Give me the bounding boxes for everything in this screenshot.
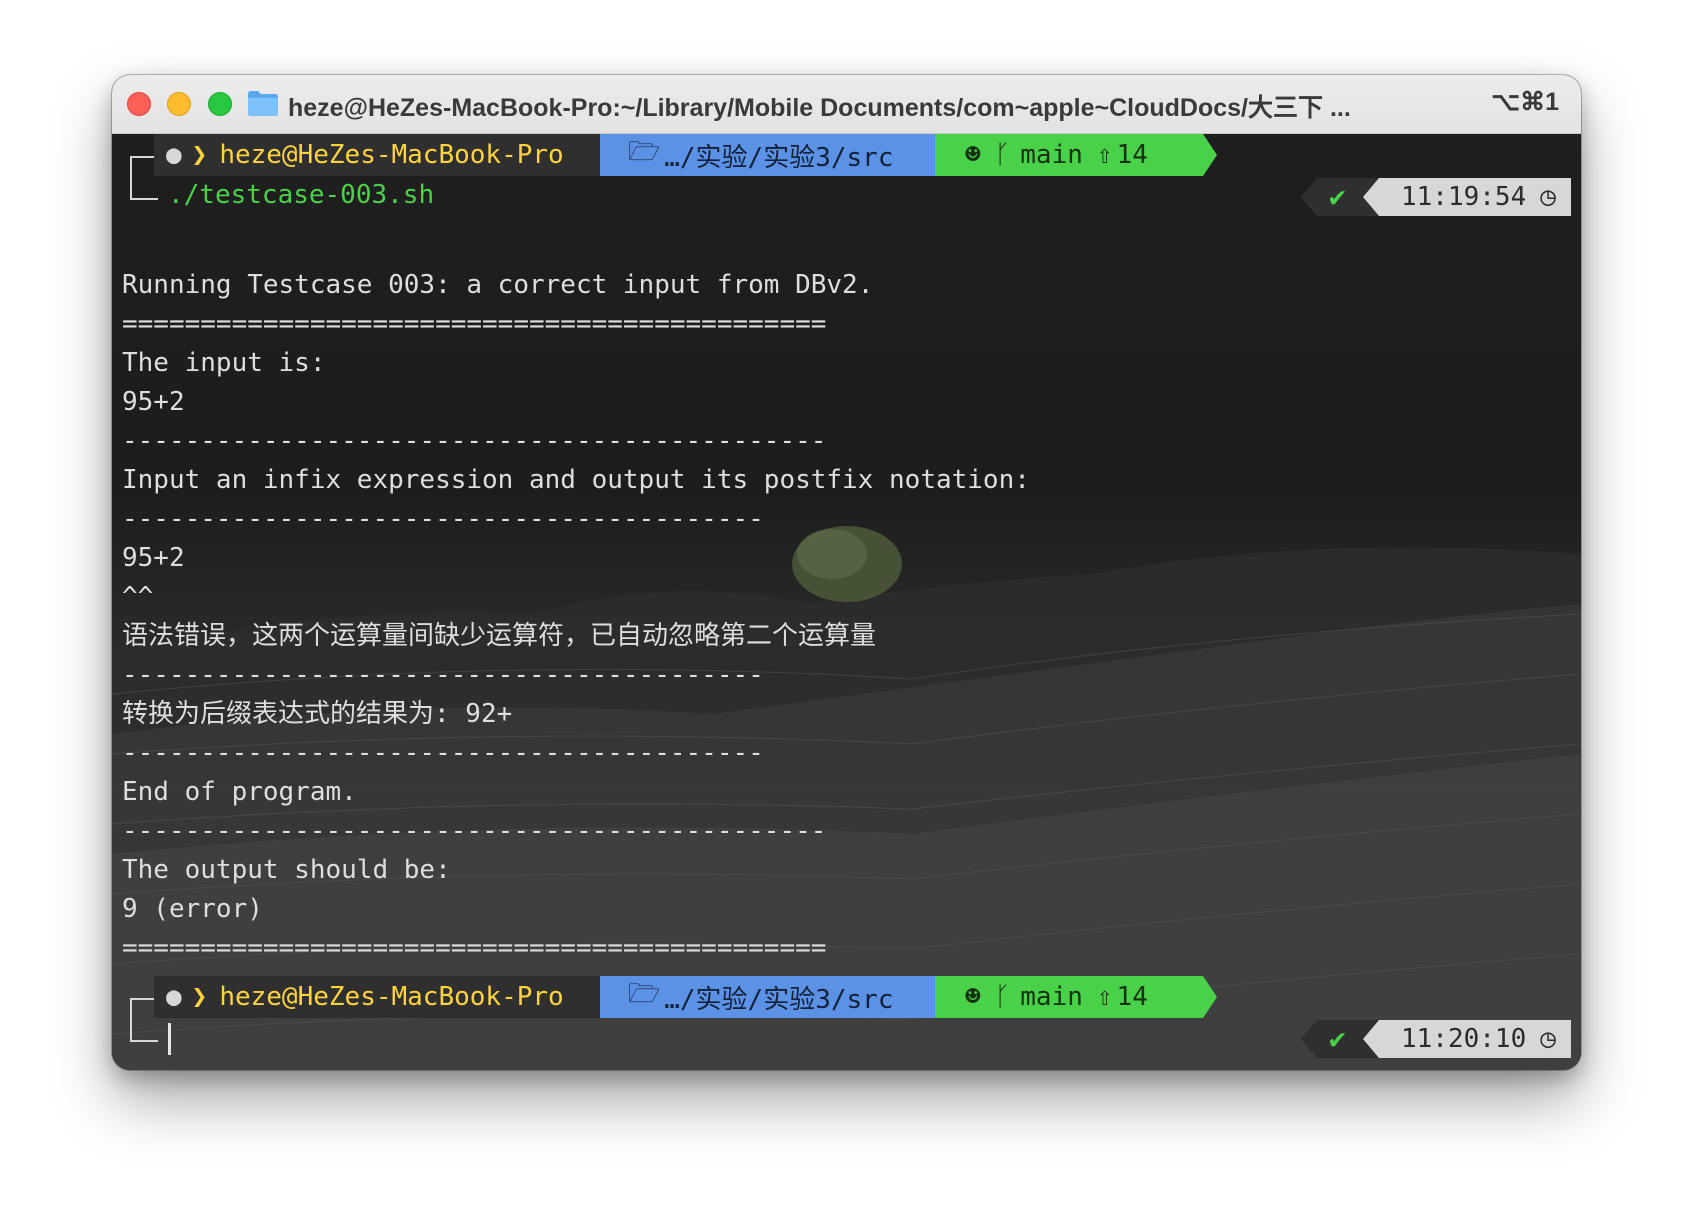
open-folder-icon: 🗁 bbox=[628, 979, 661, 1009]
output-line: ========================================… bbox=[122, 309, 827, 339]
output-line: 语法错误，这两个运算量间缺少运算符，已自动忽略第二个运算量 bbox=[122, 621, 877, 651]
prompt-bar: ● ❯ heze@HeZes-MacBook-Pro 🗁 …/实验/实验3/sr… bbox=[112, 134, 1581, 176]
prompt-time: 11:20:10 bbox=[1401, 1024, 1527, 1054]
zoom-button[interactable] bbox=[208, 92, 232, 116]
chevron-right-icon: ❯ bbox=[191, 140, 208, 170]
status-right: ✔ 11:20:10 ◷ bbox=[1301, 1020, 1571, 1058]
prompt-corner-lower bbox=[130, 178, 158, 200]
output-line: ----------------------------------------… bbox=[122, 738, 764, 768]
open-folder-icon: 🗁 bbox=[628, 137, 661, 167]
git-ahead-count: 14 bbox=[1116, 140, 1148, 170]
apple-icon: ● bbox=[166, 140, 182, 170]
check-icon: ✔ bbox=[1329, 180, 1346, 213]
output-line: Input an infix expression and output its… bbox=[122, 465, 1030, 495]
prompt-path-segment: 🗁 …/实验/实验3/src bbox=[600, 976, 935, 1018]
output-line: ----------------------------------------… bbox=[122, 426, 827, 456]
output-line: The input is: bbox=[122, 348, 326, 378]
time-segment: 11:19:54 ◷ bbox=[1379, 178, 1571, 216]
clock-icon: ◷ bbox=[1540, 182, 1556, 212]
output-line: ----------------------------------------… bbox=[122, 660, 764, 690]
prompt-corner-lower bbox=[130, 1020, 158, 1042]
folder-icon bbox=[248, 91, 278, 116]
check-icon: ✔ bbox=[1329, 1022, 1346, 1055]
command-text: ./testcase-003.sh bbox=[168, 180, 435, 210]
status-right: ✔ 11:19:54 ◷ bbox=[1301, 178, 1571, 216]
github-cat-icon: ☻ bbox=[965, 140, 981, 170]
output-line: Running Testcase 003: a correct input fr… bbox=[122, 270, 874, 300]
github-cat-icon: ☻ bbox=[965, 982, 981, 1012]
prompt-user-segment: ● ❯ heze@HeZes-MacBook-Pro bbox=[154, 976, 600, 1018]
minimize-button[interactable] bbox=[167, 92, 191, 116]
prompt-path-segment: 🗁 …/实验/实验3/src bbox=[600, 134, 935, 176]
output-line: 转换为后缀表达式的结果为: 92+ bbox=[122, 699, 513, 729]
git-branch: main bbox=[1020, 982, 1083, 1012]
prompt-git-segment: ☻ ᚴ main ⇧ 14 bbox=[935, 134, 1203, 176]
prompt-path: …/实验/实验3/src bbox=[664, 142, 894, 173]
prompt-user: heze@HeZes-MacBook-Pro bbox=[219, 140, 564, 170]
git-branch: main bbox=[1020, 140, 1083, 170]
clock-icon: ◷ bbox=[1540, 1024, 1556, 1054]
terminal-content[interactable]: ● ❯ heze@HeZes-MacBook-Pro 🗁 …/实验/实验3/sr… bbox=[112, 134, 1581, 1070]
arrow-up-circle-icon: ⇧ bbox=[1096, 982, 1113, 1012]
git-ahead-count: 14 bbox=[1116, 982, 1148, 1012]
text-cursor[interactable] bbox=[168, 1023, 171, 1055]
close-button[interactable] bbox=[127, 92, 151, 116]
prompt-user: heze@HeZes-MacBook-Pro bbox=[219, 982, 564, 1012]
git-branch-icon: ᚴ bbox=[994, 982, 1011, 1012]
prompt-bar: ● ❯ heze@HeZes-MacBook-Pro 🗁 …/实验/实验3/sr… bbox=[112, 976, 1581, 1018]
output-line: The output should be: bbox=[122, 855, 451, 885]
prompt-user-segment: ● ❯ heze@HeZes-MacBook-Pro bbox=[154, 134, 600, 176]
git-branch-icon: ᚴ bbox=[994, 140, 1011, 170]
prompt-git-segment: ☻ ᚴ main ⇧ 14 bbox=[935, 976, 1203, 1018]
terminal-window: heze@HeZes-MacBook-Pro:~/Library/Mobile … bbox=[112, 75, 1581, 1070]
output-line: End of program. bbox=[122, 777, 357, 807]
title-bar[interactable]: heze@HeZes-MacBook-Pro:~/Library/Mobile … bbox=[112, 75, 1581, 134]
output-line: ^^ bbox=[122, 582, 154, 612]
output-line: 9 (error) bbox=[122, 894, 263, 924]
window-shortcut: ⌥⌘1 bbox=[1491, 88, 1559, 116]
output-line: ----------------------------------------… bbox=[122, 504, 764, 534]
prompt-path: …/实验/实验3/src bbox=[664, 984, 894, 1015]
chevron-right-icon: ❯ bbox=[191, 982, 208, 1012]
output-line: ----------------------------------------… bbox=[122, 816, 827, 846]
output-line: 95+2 bbox=[122, 543, 185, 573]
apple-icon: ● bbox=[166, 982, 182, 1012]
window-title: heze@HeZes-MacBook-Pro:~/Library/Mobile … bbox=[288, 94, 1351, 122]
output-line: 95+2 bbox=[122, 387, 185, 417]
prompt-time: 11:19:54 bbox=[1401, 182, 1527, 212]
arrow-up-circle-icon: ⇧ bbox=[1096, 140, 1113, 170]
time-segment: 11:20:10 ◷ bbox=[1379, 1020, 1571, 1058]
output-line: ========================================… bbox=[122, 933, 827, 963]
